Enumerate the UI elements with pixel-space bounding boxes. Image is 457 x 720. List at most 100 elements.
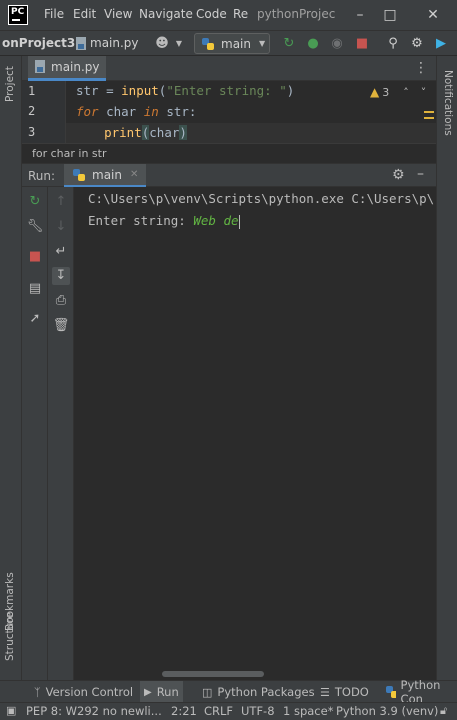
project-title: pythonProjec: [257, 7, 336, 21]
code-line-3[interactable]: print(char): [74, 123, 187, 143]
menu-file[interactable]: File: [44, 7, 64, 21]
code-token: ): [286, 83, 295, 98]
horizontal-scrollbar[interactable]: [162, 671, 264, 677]
todo-button[interactable]: ☰ TODO: [316, 681, 373, 703]
print-icon[interactable]: ⎙: [52, 292, 70, 310]
branch-icon: ᛉ: [34, 685, 41, 699]
tool-label: TODO: [334, 685, 369, 699]
package-icon: ◫: [202, 685, 213, 699]
tool-label: Version Control: [45, 685, 134, 699]
code-line-2[interactable]: for char in str:: [76, 102, 196, 122]
trash-icon[interactable]: 🗑︎: [52, 317, 70, 335]
file-encoding[interactable]: UTF-8: [241, 704, 275, 718]
python-packages-button[interactable]: ◫ Python Packages: [198, 681, 319, 703]
python-file-icon: [35, 60, 45, 73]
structure-tool-button[interactable]: Structure: [4, 612, 16, 661]
chevron-down-icon[interactable]: ˅: [421, 86, 427, 99]
tab-label: main.py: [51, 60, 100, 74]
run-toolbar-secondary: ↑ ↓ ↵ ↧ ⎙ 🗑︎: [48, 187, 74, 680]
console-input-line[interactable]: Enter string: Web de: [88, 213, 240, 229]
jetbrains-toolbox-icon[interactable]: ▶: [432, 35, 450, 53]
menu-navigate[interactable]: Navigate: [139, 7, 193, 21]
wrench-icon[interactable]: 🔧︎: [26, 218, 44, 236]
warning-icon: ▲: [370, 85, 380, 99]
line-number: 2: [28, 104, 36, 118]
console-prompt: Enter string:: [88, 213, 194, 228]
line-number: 1: [28, 84, 36, 98]
menu-code[interactable]: Code: [196, 7, 227, 21]
more-options-icon[interactable]: ⋮: [414, 60, 428, 76]
run-panel-header: Run: main ✕ ⚙ –: [22, 163, 436, 188]
status-message[interactable]: PEP 8: W292 no newli...: [26, 704, 162, 718]
menu-refactor[interactable]: Re: [233, 7, 248, 21]
user-icon[interactable]: ☻: [153, 35, 171, 53]
python-console-button[interactable]: Python Con: [382, 678, 457, 706]
maximize-icon[interactable]: □: [379, 4, 401, 26]
run-config-label: main: [221, 36, 251, 51]
search-icon[interactable]: ⚲: [384, 35, 402, 53]
lock-icon[interactable]: 🔓︎: [440, 704, 447, 718]
pycharm-logo-icon: PC: [8, 5, 28, 25]
run-config-selector[interactable]: main ▼: [194, 33, 270, 54]
run-tab-main[interactable]: main ✕: [64, 164, 147, 188]
chevron-up-icon[interactable]: ˄: [403, 86, 409, 99]
breadcrumb-for-loop[interactable]: for char in str: [32, 147, 107, 160]
stop-icon[interactable]: ■: [26, 248, 44, 266]
code-token: =: [98, 83, 122, 98]
console-user-input[interactable]: Web de: [193, 213, 238, 228]
hide-panel-icon[interactable]: –: [417, 166, 424, 182]
code-editor[interactable]: 1 2 3 str = input("Enter string: ") for …: [22, 81, 436, 143]
soft-wrap-icon[interactable]: ↵: [52, 243, 70, 261]
coverage-icon[interactable]: ◉: [328, 35, 346, 53]
warning-stripe[interactable]: [424, 111, 434, 113]
breadcrumb-file[interactable]: main.py: [90, 36, 139, 50]
close-icon[interactable]: ✕: [422, 4, 444, 26]
code-line-1[interactable]: str = input("Enter string: "): [76, 81, 294, 101]
caret-position[interactable]: 2:21: [171, 704, 197, 718]
run-label: Run:: [28, 169, 56, 183]
indent-setting[interactable]: 1 space*: [283, 704, 333, 718]
close-tab-icon[interactable]: ✕: [130, 169, 138, 180]
code-token: :: [188, 104, 197, 119]
warning-stripe[interactable]: [424, 117, 434, 119]
code-token: in: [143, 104, 159, 119]
stop-icon[interactable]: ■: [353, 35, 371, 53]
list-icon: ☰: [320, 685, 330, 699]
run-tool-button[interactable]: ▶ Run: [140, 681, 183, 703]
chevron-down-icon: ▼: [258, 39, 266, 48]
menu-edit[interactable]: Edit: [73, 7, 96, 21]
notifications-tool-button[interactable]: Notifications: [442, 70, 454, 136]
gear-icon[interactable]: ⚙: [392, 167, 405, 183]
text-cursor: [238, 214, 240, 229]
menu-view[interactable]: View: [104, 7, 132, 21]
arrow-down-icon[interactable]: ↓: [52, 218, 70, 236]
minimize-icon[interactable]: –: [349, 4, 371, 26]
rerun-icon[interactable]: ↻: [280, 35, 298, 53]
code-token: "Enter string: ": [166, 83, 287, 98]
arrow-up-icon[interactable]: ↑: [52, 193, 70, 211]
run-tab-label: main: [92, 167, 122, 182]
tab-main-py[interactable]: main.py: [28, 56, 106, 81]
navigation-bar: onProject3 main.py ☻ ▼ main ▼ ↻ ● ◉ ■ ⚲ …: [0, 30, 457, 56]
gear-icon[interactable]: ⚙: [408, 35, 426, 53]
line-separator[interactable]: CRLF: [204, 704, 233, 718]
run-panel: ↻ 🔧︎ ■ ▤ ➚ ↑ ↓ ↵ ↧ ⎙ 🗑︎ C:\Users\p\venv\…: [22, 187, 436, 680]
scroll-to-end-icon[interactable]: ↧: [52, 267, 70, 285]
line-number: 3: [28, 125, 36, 139]
console-output[interactable]: C:\Users\p\venv\Scripts\python.exe C:\Us…: [80, 187, 436, 680]
tool-window-bar: ᛉ Version Control ▶ Run ◫ Python Package…: [0, 678, 457, 706]
layout-icon[interactable]: ▣: [6, 704, 16, 717]
project-tool-button[interactable]: Project: [4, 66, 16, 102]
layout-icon[interactable]: ▤: [26, 280, 44, 298]
python-interpreter[interactable]: Python 3.9 (venv): [336, 704, 438, 718]
breadcrumb-project[interactable]: onProject3: [2, 36, 75, 50]
pin-icon[interactable]: ➚: [26, 310, 44, 328]
editor-tab-bar: main.py ⋮: [22, 56, 436, 81]
chevron-down-icon[interactable]: ▼: [170, 35, 188, 53]
debug-bug-icon[interactable]: ●: [304, 35, 322, 53]
inspections-widget[interactable]: ▲ 3 ˄ ˅: [370, 85, 426, 99]
version-control-button[interactable]: ᛉ Version Control: [30, 681, 137, 703]
rerun-icon[interactable]: ↻: [26, 193, 44, 211]
python-icon: [73, 168, 85, 181]
code-token: char: [149, 125, 180, 140]
